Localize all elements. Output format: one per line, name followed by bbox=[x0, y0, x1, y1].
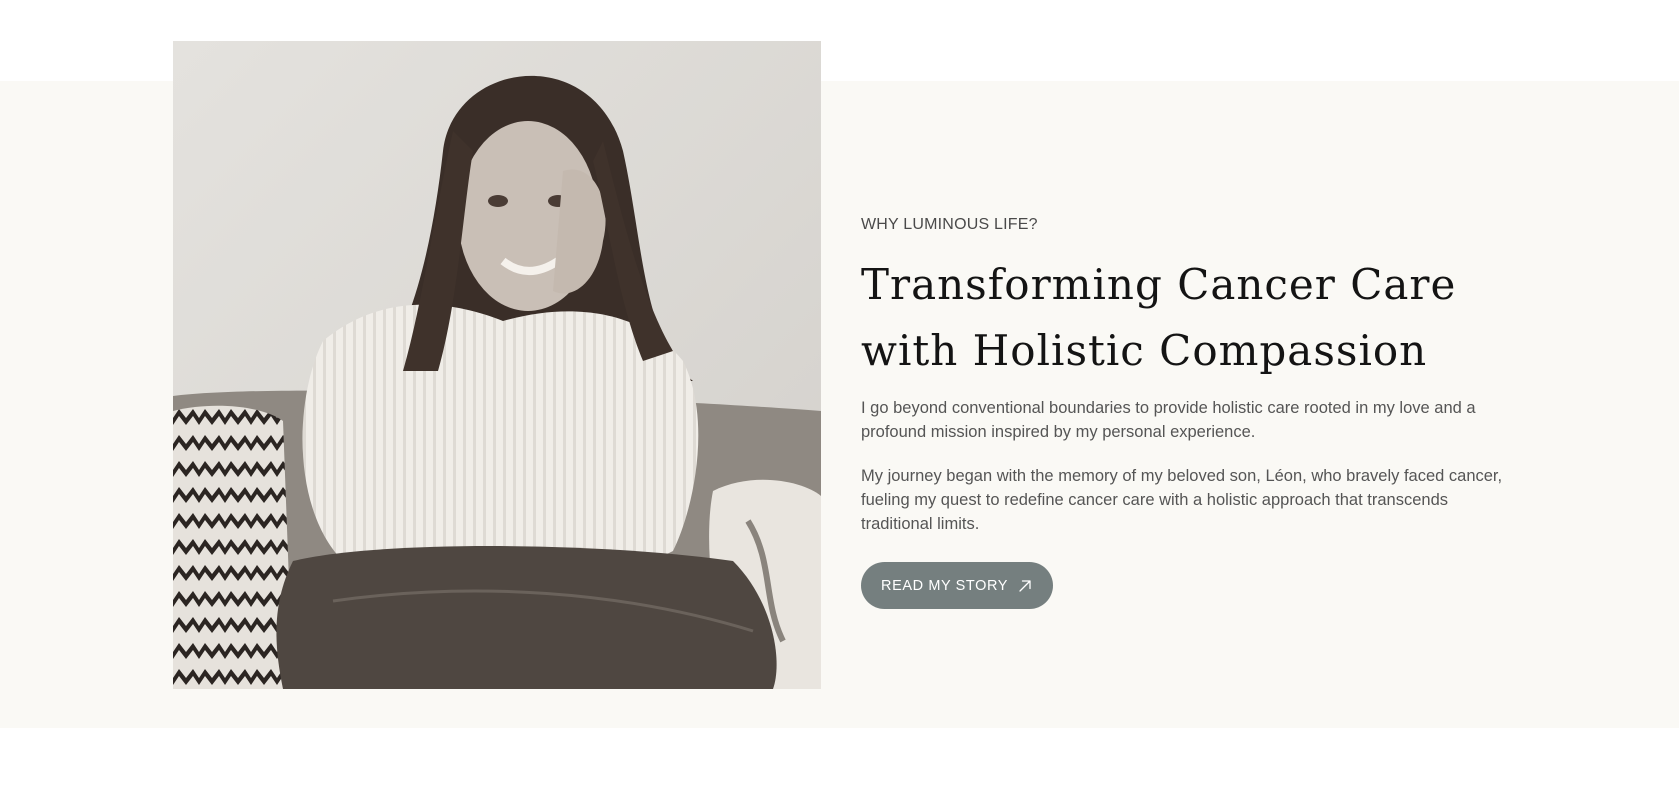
read-my-story-label: READ MY STORY bbox=[881, 577, 1009, 594]
page: WHY LUMINOUS LIFE? Transforming Cancer C… bbox=[0, 0, 1679, 786]
portrait-photo bbox=[173, 41, 821, 689]
section-heading: Transforming Cancer Care with Holistic C… bbox=[861, 252, 1511, 384]
heading-line-2: with Holistic Compassion bbox=[861, 326, 1428, 375]
heading-line-1: Transforming Cancer Care bbox=[861, 260, 1457, 309]
intro-content: WHY LUMINOUS LIFE? Transforming Cancer C… bbox=[861, 214, 1511, 609]
section-eyebrow: WHY LUMINOUS LIFE? bbox=[861, 216, 1038, 233]
intro-paragraph-1: I go beyond conventional boundaries to p… bbox=[861, 399, 1476, 441]
intro-paragraph-2: My journey began with the memory of my b… bbox=[861, 467, 1503, 533]
read-my-story-button[interactable]: READ MY STORY bbox=[861, 562, 1054, 609]
arrow-up-right-icon bbox=[1018, 579, 1032, 593]
